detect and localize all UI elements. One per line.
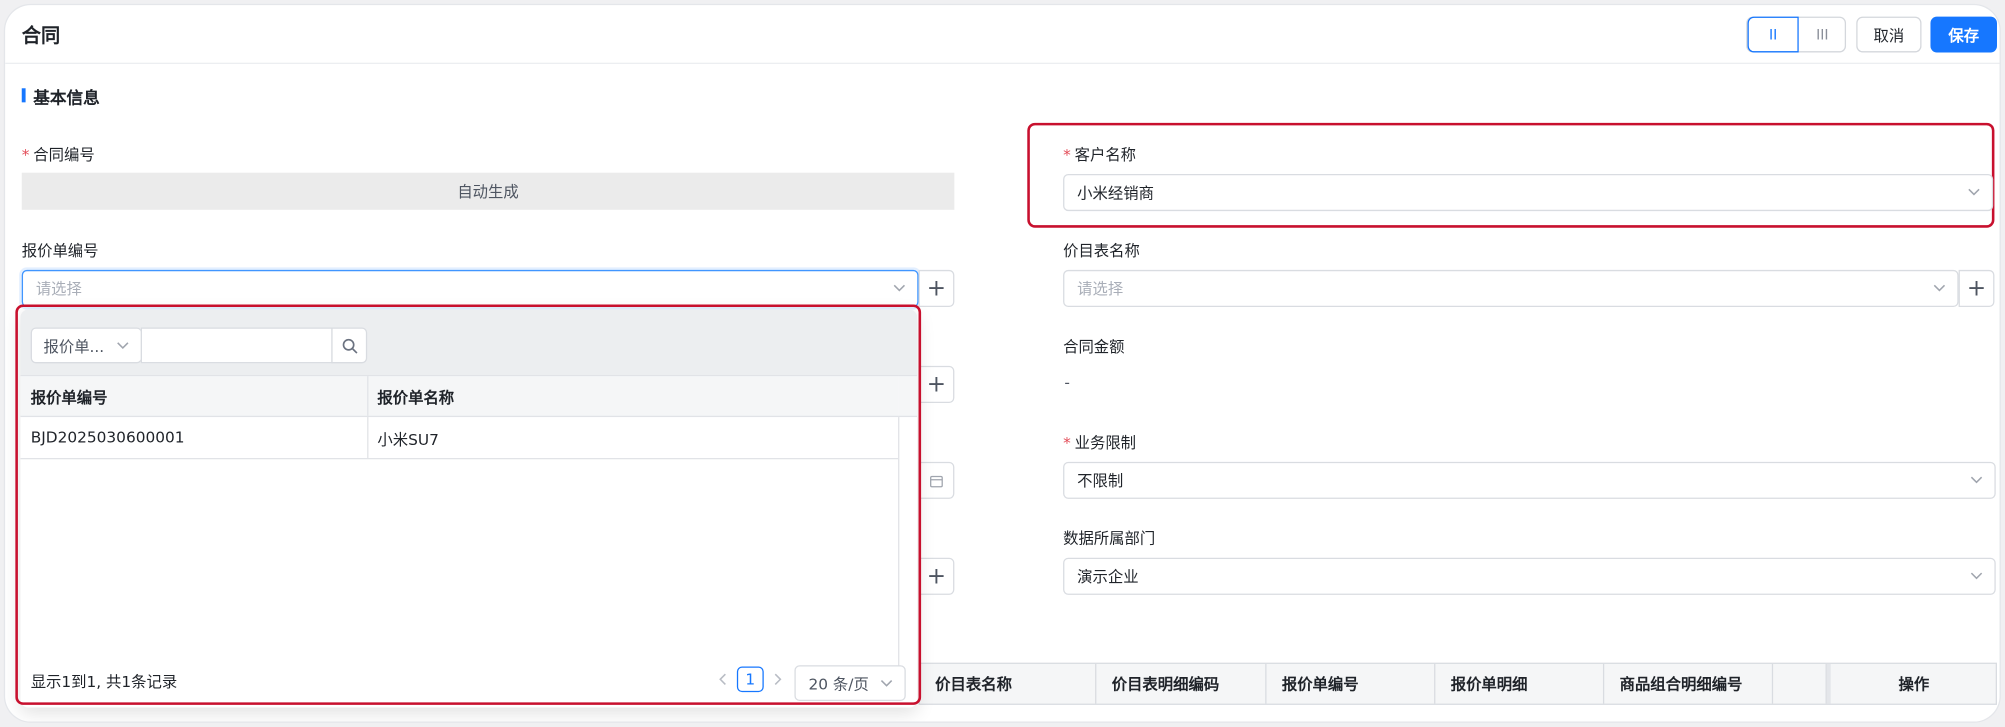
detail-table-header: 价目表名称 价目表明细编码 报价单编号 报价单明细 商品组合明细编号 操作 — [918, 662, 1997, 705]
dept-label: 数据所属部门 — [1063, 529, 1156, 548]
chevron-down-icon — [1933, 284, 1946, 292]
chevron-down-icon — [1970, 572, 1983, 580]
plus-icon: + — [926, 562, 947, 590]
amount-value: - — [1064, 373, 1070, 392]
chevron-down-icon — [1970, 476, 1983, 484]
required-mark: * — [1063, 145, 1071, 164]
header-divider — [5, 62, 2000, 64]
section-title: 基本信息 — [33, 89, 100, 109]
plus-icon: + — [1966, 275, 1987, 302]
column-header: 价目表名称 — [920, 663, 1097, 704]
date-picker-button[interactable] — [918, 461, 955, 499]
customer-label: * 客户名称 — [1063, 145, 1137, 164]
column-header: 报价单编号 — [1267, 663, 1436, 704]
required-mark: * — [1063, 433, 1071, 452]
plus-icon: + — [926, 275, 947, 302]
cancel-button[interactable]: 取消 — [1856, 16, 1922, 53]
biz-limit-select[interactable]: 不限制 — [1063, 461, 1996, 499]
calendar-icon — [930, 475, 943, 487]
price-list-select[interactable]: 请选择 — [1063, 269, 1959, 308]
required-mark: * — [21, 145, 30, 164]
chevron-down-icon — [893, 284, 906, 292]
page-title: 合同 — [21, 24, 61, 48]
dept-select[interactable]: 演示企业 — [1063, 557, 1996, 595]
add-quote-button[interactable]: + — [918, 269, 955, 308]
contract-no-field: 自动生成 — [21, 172, 955, 210]
add-price-list-button[interactable]: + — [1958, 269, 1995, 308]
add-button[interactable]: + — [918, 557, 955, 595]
biz-limit-label: * 业务限制 — [1063, 433, 1137, 452]
layout-toggle: II III — [1746, 16, 1847, 53]
plus-icon: + — [926, 370, 947, 398]
amount-label: 合同金额 — [1063, 337, 1125, 356]
price-list-label: 价目表名称 — [1063, 241, 1140, 260]
add-button[interactable]: + — [918, 365, 955, 403]
three-column-layout-button[interactable]: III — [1799, 18, 1846, 51]
quote-no-select[interactable]: 请选择 — [21, 269, 919, 308]
two-column-layout-button[interactable]: II — [1747, 16, 1799, 53]
section-marker — [21, 88, 26, 103]
form-card: 合同 II III 取消 保存 基本信息 * 合同编号 自动生成 * 客户名称 小米… — [5, 5, 2000, 722]
quote-no-label: 报价单编号 — [21, 241, 99, 260]
customer-select[interactable]: 小米经销商 — [1063, 173, 1994, 212]
column-header: 商品组合明细编号 — [1604, 663, 1774, 704]
contract-no-label: * 合同编号 — [21, 145, 95, 164]
dropdown-highlight-box — [15, 304, 922, 705]
save-button[interactable]: 保存 — [1930, 16, 1997, 53]
column-header: 报价单明细 — [1435, 663, 1605, 704]
column-header — [1773, 663, 1827, 704]
column-header: 价目表明细编码 — [1096, 663, 1267, 704]
chevron-down-icon — [1968, 188, 1980, 196]
column-header-actions: 操作 — [1826, 663, 1997, 704]
